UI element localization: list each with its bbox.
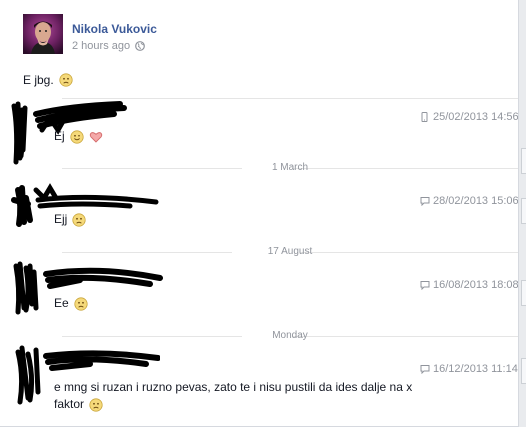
message-body: Ee xyxy=(54,296,88,311)
timestamp-text: 16/12/2013 11:14 xyxy=(433,363,518,375)
date-separator: Monday xyxy=(62,330,518,342)
right-rail xyxy=(519,0,526,427)
post-timestamp[interactable]: 2 hours ago xyxy=(72,40,130,52)
author-avatar[interactable] xyxy=(23,14,63,54)
heart-emoji xyxy=(89,130,103,144)
chat-bubble-icon xyxy=(420,364,430,375)
avatar-photo xyxy=(23,14,63,54)
message-timestamp: 25/02/2013 14:56 xyxy=(420,111,519,123)
post-body: E jbg. xyxy=(23,73,54,87)
message-body: Ej xyxy=(54,129,103,144)
sad-face-emoji xyxy=(72,212,86,227)
mobile-icon xyxy=(420,112,429,122)
timestamp-text: 25/02/2013 14:56 xyxy=(433,111,519,123)
message-text: Ejj xyxy=(54,212,68,226)
message-body: e mng si ruzan i ruzno pevas, zato te i … xyxy=(54,380,454,412)
message-text-line2: faktor xyxy=(54,397,454,412)
rail-button[interactable] xyxy=(521,148,526,174)
message-text: e mng si ruzan i ruzno pevas, zato te i … xyxy=(54,380,413,394)
post-meta: 2 hours ago xyxy=(72,40,146,52)
timestamp-text: 28/02/2013 15:06 xyxy=(433,195,519,207)
author-name[interactable]: Nikola Vukovic xyxy=(72,22,157,36)
conversation-card: Nikola Vukovic 2 hours ago E jbg. 25/02/… xyxy=(0,0,519,427)
rail-button[interactable] xyxy=(521,198,526,224)
rail-button[interactable] xyxy=(521,358,526,384)
date-separator: 17 August xyxy=(62,246,518,258)
separator-label: 1 March xyxy=(271,162,309,173)
message-text: Ee xyxy=(54,296,69,310)
wink-emoji xyxy=(70,129,84,144)
message-text: Ej xyxy=(54,129,65,143)
rail-button[interactable] xyxy=(521,280,526,306)
post-divider xyxy=(62,98,518,99)
post-text: E jbg. xyxy=(23,73,73,87)
chat-bubble-icon xyxy=(420,280,430,291)
sad-face-emoji xyxy=(59,73,73,87)
message-timestamp: 16/12/2013 11:14 xyxy=(420,363,518,375)
timestamp-text: 16/08/2013 18:08 xyxy=(433,279,519,291)
sad-face-emoji xyxy=(74,296,88,311)
message-timestamp: 16/08/2013 18:08 xyxy=(420,279,519,291)
chat-bubble-icon xyxy=(420,196,430,207)
message-timestamp: 28/02/2013 15:06 xyxy=(420,195,519,207)
globe-icon[interactable] xyxy=(135,41,146,51)
message-body: Ejj xyxy=(54,212,86,227)
sad-face-emoji xyxy=(89,397,103,412)
separator-label: Monday xyxy=(272,330,308,341)
date-separator: 1 March xyxy=(62,162,518,174)
message-text: faktor xyxy=(54,397,85,411)
separator-label: 17 August xyxy=(267,246,313,257)
